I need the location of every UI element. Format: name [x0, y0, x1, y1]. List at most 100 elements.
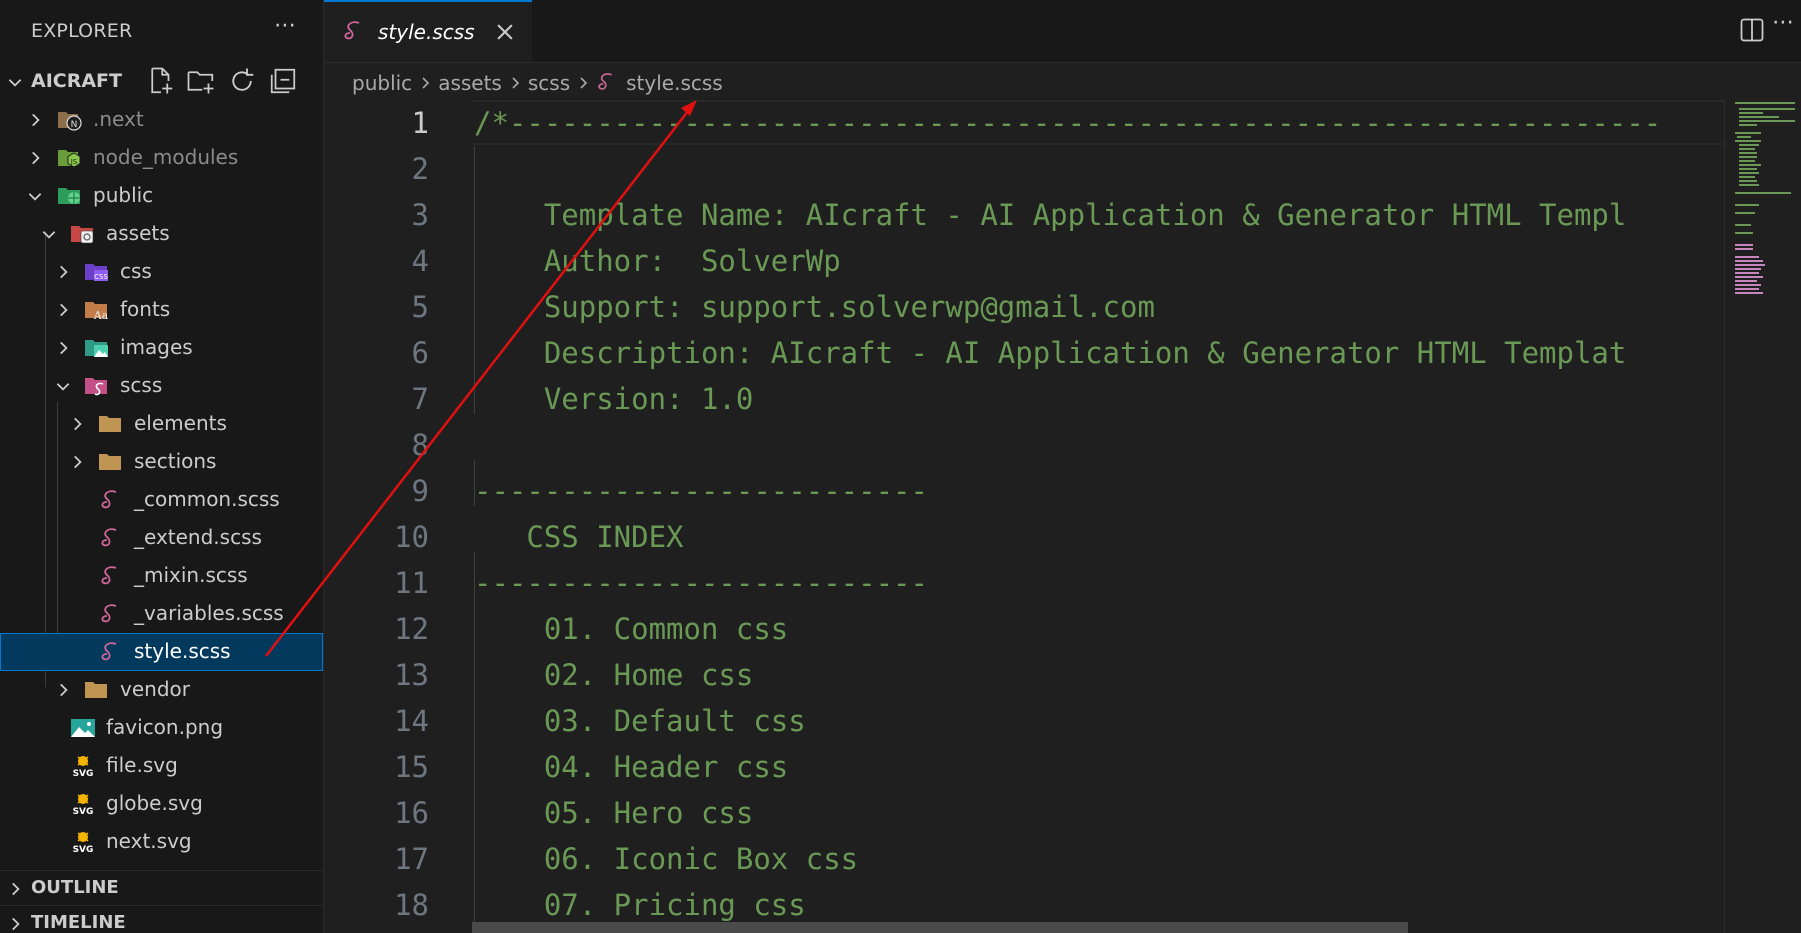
- explorer-header: EXPLORER ⋯: [0, 0, 323, 64]
- tree-item-label: _extend.scss: [134, 525, 262, 549]
- tree-item-label: next.svg: [106, 829, 192, 853]
- tree-item-label: style.scss: [134, 639, 231, 663]
- explorer-title: EXPLORER: [31, 20, 133, 42]
- fonts-folder-icon: Aa: [85, 302, 109, 322]
- line-number: 17: [394, 842, 429, 876]
- folder-icon: [99, 454, 121, 470]
- ellipsis-icon[interactable]: ⋯: [1772, 12, 1801, 42]
- code-text: 05. Hero css: [474, 796, 754, 830]
- code-text: Description: AIcraft - AI Application & …: [474, 336, 1627, 370]
- tree-item-label: _common.scss: [134, 487, 280, 511]
- code-line: 3 Template Name: AIcraft - AI Applicatio…: [324, 192, 1724, 238]
- tree-item-extend-scss[interactable]: _extend.scss: [0, 519, 323, 557]
- tree-item-label: images: [120, 335, 193, 359]
- new-file-icon[interactable]: [146, 66, 176, 96]
- section-label: TIMELINE: [31, 912, 126, 933]
- tree-item-css[interactable]: CSS css: [0, 253, 323, 291]
- line-number: 4: [411, 244, 429, 278]
- tree-item-next-svg[interactable]: SVG next.svg: [0, 823, 323, 861]
- svg-text:SVG: SVG: [73, 845, 94, 854]
- tab-style-scss[interactable]: style.scss: [324, 0, 532, 62]
- line-number: 15: [394, 750, 429, 784]
- line-number: 11: [394, 566, 429, 600]
- project-header[interactable]: AICRAFT: [0, 64, 323, 98]
- tree-item-vendor[interactable]: vendor: [0, 671, 323, 709]
- next-folder-icon: N: [58, 112, 82, 131]
- tree-item-scss[interactable]: scss: [0, 367, 323, 405]
- tree-item-style-scss[interactable]: style.scss: [0, 633, 323, 671]
- svg-text:CSS: CSS: [94, 273, 108, 281]
- code-line: 4 Author: SolverWp: [324, 238, 1724, 284]
- horizontal-scrollbar[interactable]: [472, 922, 1408, 933]
- chevron-down-icon: [56, 383, 70, 391]
- breadcrumb-item[interactable]: style.scss: [626, 71, 723, 95]
- svg-file-icon: SVG: [73, 756, 93, 778]
- chevron-right-icon: [60, 683, 68, 697]
- split-editor-icon[interactable]: [1738, 16, 1766, 44]
- outline-section-header[interactable]: OUTLINE: [0, 870, 323, 905]
- tree-item-fonts[interactable]: Aa fonts: [0, 291, 323, 329]
- minimap[interactable]: [1724, 100, 1801, 933]
- tree-item-label: file.svg: [106, 753, 178, 777]
- tree-item-elements[interactable]: elements: [0, 405, 323, 443]
- tree-item-label: .next: [93, 107, 144, 131]
- chevron-right-icon: [60, 341, 68, 355]
- code-text: Template Name: AIcraft - AI Application …: [474, 198, 1627, 232]
- chevron-right-icon: [60, 265, 68, 279]
- tree-item-next[interactable]: N .next: [0, 101, 323, 139]
- close-icon[interactable]: [494, 21, 516, 43]
- tree-item-node-modules[interactable]: JS node_modules: [0, 139, 323, 177]
- folder-icon: [85, 682, 107, 698]
- public-folder-icon: [58, 188, 80, 204]
- new-folder-icon[interactable]: [186, 66, 216, 96]
- refresh-icon[interactable]: [227, 66, 257, 96]
- tree-item-favicon[interactable]: favicon.png: [0, 709, 323, 747]
- breadcrumb-item[interactable]: assets: [438, 71, 502, 95]
- tree-item-label: favicon.png: [106, 715, 224, 739]
- line-number: 9: [411, 474, 429, 508]
- code-text: 06. Iconic Box css: [474, 842, 859, 876]
- tree-item-variables-scss[interactable]: _variables.scss: [0, 595, 323, 633]
- chevron-right-icon: [580, 77, 588, 89]
- tree-item-file-svg[interactable]: SVG file.svg: [0, 747, 323, 785]
- line-number: 13: [394, 658, 429, 692]
- sass-file-icon: [101, 566, 117, 585]
- code-text: CSS INDEX: [474, 520, 684, 554]
- ellipsis-icon[interactable]: ⋯: [270, 15, 300, 45]
- tree-item-label: fonts: [120, 297, 171, 321]
- tree-item-label: scss: [120, 373, 163, 397]
- code-editor[interactable]: 1 /*-------------------------------------…: [324, 100, 1724, 933]
- code-text: /*--------------------------------------…: [474, 106, 1662, 140]
- chevron-right-icon: [12, 917, 20, 931]
- code-line: 2: [324, 146, 1724, 192]
- tree-item-assets[interactable]: assets: [0, 215, 323, 253]
- code-text: --------------------------: [474, 474, 928, 508]
- line-number: 18: [394, 888, 429, 922]
- svg-text:N: N: [71, 120, 78, 130]
- breadcrumb-item[interactable]: public: [352, 71, 412, 95]
- tree-item-common-scss[interactable]: _common.scss: [0, 481, 323, 519]
- project-name: AICRAFT: [31, 70, 122, 92]
- tree-item-images[interactable]: images: [0, 329, 323, 367]
- tree-item-sections[interactable]: sections: [0, 443, 323, 481]
- chevron-right-icon: [74, 455, 82, 469]
- collapse-all-icon[interactable]: [268, 66, 298, 96]
- tree-item-public[interactable]: public: [0, 177, 323, 215]
- scss-folder-icon: [85, 378, 107, 396]
- breadcrumb-item[interactable]: scss: [528, 71, 570, 95]
- timeline-section-header[interactable]: TIMELINE: [0, 905, 323, 933]
- code-line: 5 Support: support.solverwp@gmail.com: [324, 284, 1724, 330]
- sass-file-icon: [101, 642, 117, 661]
- code-line: 1 /*-------------------------------------…: [324, 100, 1724, 146]
- vscode-window: EXPLORER ⋯ AICRAFT N .next JS node_modul…: [0, 0, 1801, 933]
- tree-item-globe-svg[interactable]: SVG globe.svg: [0, 785, 323, 823]
- line-number: 2: [411, 152, 429, 186]
- tab-label: style.scss: [378, 20, 475, 44]
- code-text: Version: 1.0: [474, 382, 754, 416]
- breadcrumb: public assets scss style.scss: [352, 68, 723, 98]
- tree-item-mixin-scss[interactable]: _mixin.scss: [0, 557, 323, 595]
- code-line: 10 CSS INDEX: [324, 514, 1724, 560]
- svg-file-icon: SVG: [73, 832, 94, 854]
- code-text: 01. Common css: [474, 612, 789, 646]
- chevron-right-icon: [60, 303, 68, 317]
